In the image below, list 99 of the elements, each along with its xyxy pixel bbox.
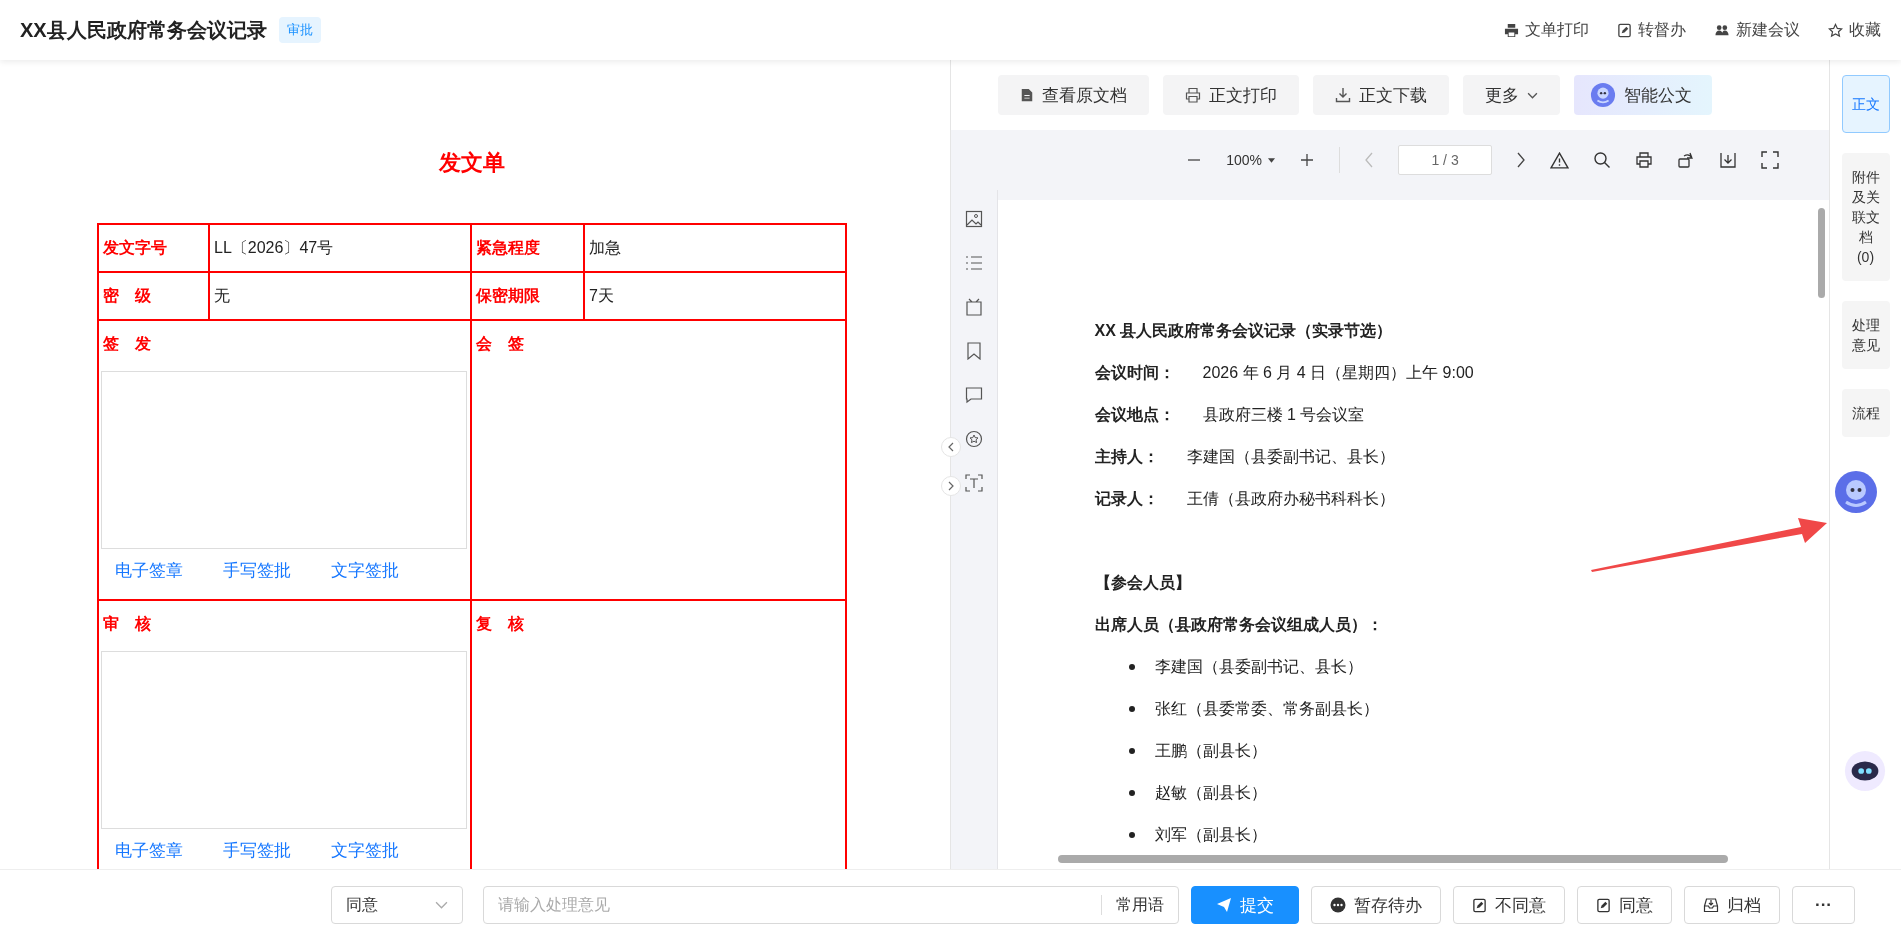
caret-icon bbox=[1526, 91, 1538, 99]
sign-link[interactable]: 手写签批 bbox=[223, 839, 291, 862]
status-badge: 审批 bbox=[278, 17, 321, 43]
text-select-icon[interactable] bbox=[964, 474, 983, 492]
edit-icon bbox=[1472, 897, 1487, 913]
toolbar-button[interactable]: 查看原文档 bbox=[997, 75, 1149, 115]
sign-link[interactable]: 文字签批 bbox=[331, 839, 399, 862]
document-text: 李建国（县委副书记、县长） bbox=[1154, 657, 1363, 677]
comment-icon[interactable] bbox=[964, 386, 983, 404]
bullet-icon bbox=[1128, 706, 1135, 712]
document-icon bbox=[1019, 87, 1034, 103]
send-icon bbox=[1216, 897, 1232, 913]
action-button[interactable]: 不同意 bbox=[1453, 886, 1565, 924]
caret-icon bbox=[1268, 157, 1276, 163]
field-label: 保密期限 bbox=[471, 272, 584, 320]
assistant-avatar-icon[interactable] bbox=[1834, 470, 1879, 514]
side-tab[interactable]: 附件及关联文档 (0) bbox=[1841, 153, 1890, 281]
field-label: 密 级 bbox=[98, 272, 209, 320]
document-text: 李建国（县委副书记、县长） bbox=[1186, 447, 1395, 467]
image-icon[interactable] bbox=[964, 210, 983, 228]
header-action[interactable]: 转督办 bbox=[1617, 19, 1686, 41]
bullet-icon bbox=[1128, 664, 1135, 670]
bullet-icon bbox=[1128, 748, 1135, 754]
document-text: 赵敏（副县长） bbox=[1154, 783, 1267, 803]
field-value: 7天 bbox=[584, 272, 846, 320]
section-label: 复 核 bbox=[475, 614, 525, 634]
field-value: LL〔2026〕47号 bbox=[209, 224, 471, 272]
printer-icon bbox=[1184, 87, 1201, 103]
document-heading: 【参会人员】 bbox=[1094, 573, 1192, 593]
bullet-icon bbox=[1128, 832, 1135, 838]
side-tab[interactable]: 流程 bbox=[1841, 389, 1890, 437]
inbox-icon bbox=[1703, 897, 1719, 913]
field-value: 无 bbox=[209, 272, 471, 320]
document-text: 刘军（副县长） bbox=[1154, 825, 1267, 845]
common-phrases-button[interactable]: 常用语 bbox=[1102, 894, 1178, 916]
document-label: 记录人： bbox=[1094, 489, 1159, 509]
document-label: 主持人： bbox=[1094, 447, 1159, 467]
search-icon[interactable] bbox=[1593, 151, 1612, 169]
action-button[interactable]: 归档 bbox=[1684, 886, 1780, 924]
stamp-icon[interactable] bbox=[964, 430, 983, 448]
download-icon[interactable] bbox=[1719, 151, 1738, 169]
document-label: 会议时间： bbox=[1094, 363, 1175, 383]
field-value: 加急 bbox=[584, 224, 846, 272]
robot-avatar-icon bbox=[1589, 82, 1616, 108]
document-text: 张红（县委常委、常务副县长） bbox=[1154, 699, 1379, 719]
page-icon[interactable] bbox=[964, 298, 983, 316]
document-label: 会议地点： bbox=[1094, 405, 1175, 425]
document-text: 2026 年 6 月 4 日（星期四）上午 9:00 bbox=[1202, 363, 1474, 383]
section-label: 会 签 bbox=[475, 334, 525, 354]
toolbar-button[interactable]: 正文打印 bbox=[1162, 75, 1299, 115]
people-icon bbox=[1714, 22, 1730, 38]
zoom-in-icon[interactable] bbox=[1299, 152, 1316, 168]
edit-icon bbox=[1596, 897, 1611, 913]
toolbar-button[interactable]: 智能公文 bbox=[1573, 75, 1712, 115]
action-button[interactable]: 暂存待办 bbox=[1311, 886, 1441, 924]
printer-icon bbox=[1504, 22, 1519, 38]
rotate-icon[interactable] bbox=[1677, 151, 1696, 169]
sign-link[interactable]: 电子签章 bbox=[115, 559, 183, 582]
field-label: 紧急程度 bbox=[471, 224, 584, 272]
opinion-select[interactable]: 同意 bbox=[331, 886, 463, 924]
robot-icon[interactable] bbox=[1844, 750, 1887, 792]
field-label: 发文字号 bbox=[98, 224, 209, 272]
document-text: 县政府三楼 1 号会议室 bbox=[1202, 405, 1365, 425]
opinion-field[interactable]: 请输入处理意见 常用语 bbox=[483, 886, 1179, 924]
scrollbar[interactable] bbox=[1818, 208, 1826, 298]
document-text: 王倩（县政府办秘书科科长） bbox=[1186, 489, 1395, 509]
section-label: 审 核 bbox=[102, 614, 152, 634]
bullet-icon bbox=[1128, 790, 1135, 796]
toolbar-button[interactable]: 正文下载 bbox=[1312, 75, 1449, 115]
form-title: 发文单 bbox=[438, 149, 506, 177]
header-action[interactable]: 文单打印 bbox=[1504, 19, 1589, 41]
side-tab[interactable]: 正文 bbox=[1841, 75, 1890, 133]
ellipsis-circle-icon bbox=[1330, 897, 1346, 913]
document-heading: XX 县人民政府常务会议记录（实录节选） bbox=[1094, 321, 1394, 341]
download-icon bbox=[1334, 87, 1351, 103]
fullscreen-icon[interactable] bbox=[1761, 151, 1780, 169]
warning-icon[interactable] bbox=[1550, 151, 1570, 169]
edit-icon bbox=[1617, 22, 1632, 38]
star-icon bbox=[1828, 22, 1843, 38]
sign-link[interactable]: 电子签章 bbox=[115, 839, 183, 862]
zoom-select[interactable]: 100% bbox=[1226, 152, 1276, 168]
side-tab[interactable]: 处理意见 bbox=[1841, 301, 1890, 369]
chevron-down-icon bbox=[435, 901, 448, 909]
section-label: 签 发 bbox=[102, 334, 152, 354]
sign-link[interactable]: 文字签批 bbox=[331, 559, 399, 582]
scrollbar[interactable] bbox=[1057, 855, 1728, 863]
page-field[interactable]: 1 / 3 bbox=[1398, 145, 1493, 175]
header-action[interactable]: 新建会议 bbox=[1714, 19, 1800, 41]
bookmark-icon[interactable] bbox=[964, 342, 983, 360]
next-page-icon[interactable] bbox=[1516, 152, 1527, 168]
header-action[interactable]: 收藏 bbox=[1828, 19, 1881, 41]
page-title: XX县人民政府常务会议记录 bbox=[20, 17, 267, 43]
action-button[interactable]: 同意 bbox=[1577, 886, 1672, 924]
document-heading: 出席人员（县政府常务会议组成人员）： bbox=[1094, 615, 1384, 635]
action-button[interactable]: ··· bbox=[1792, 886, 1855, 924]
print-icon[interactable] bbox=[1635, 151, 1654, 169]
toolbar-button[interactable]: 更多 bbox=[1462, 75, 1560, 115]
sign-link[interactable]: 手写签批 bbox=[223, 559, 291, 582]
document-text: 王鹏（副县长） bbox=[1154, 741, 1267, 761]
